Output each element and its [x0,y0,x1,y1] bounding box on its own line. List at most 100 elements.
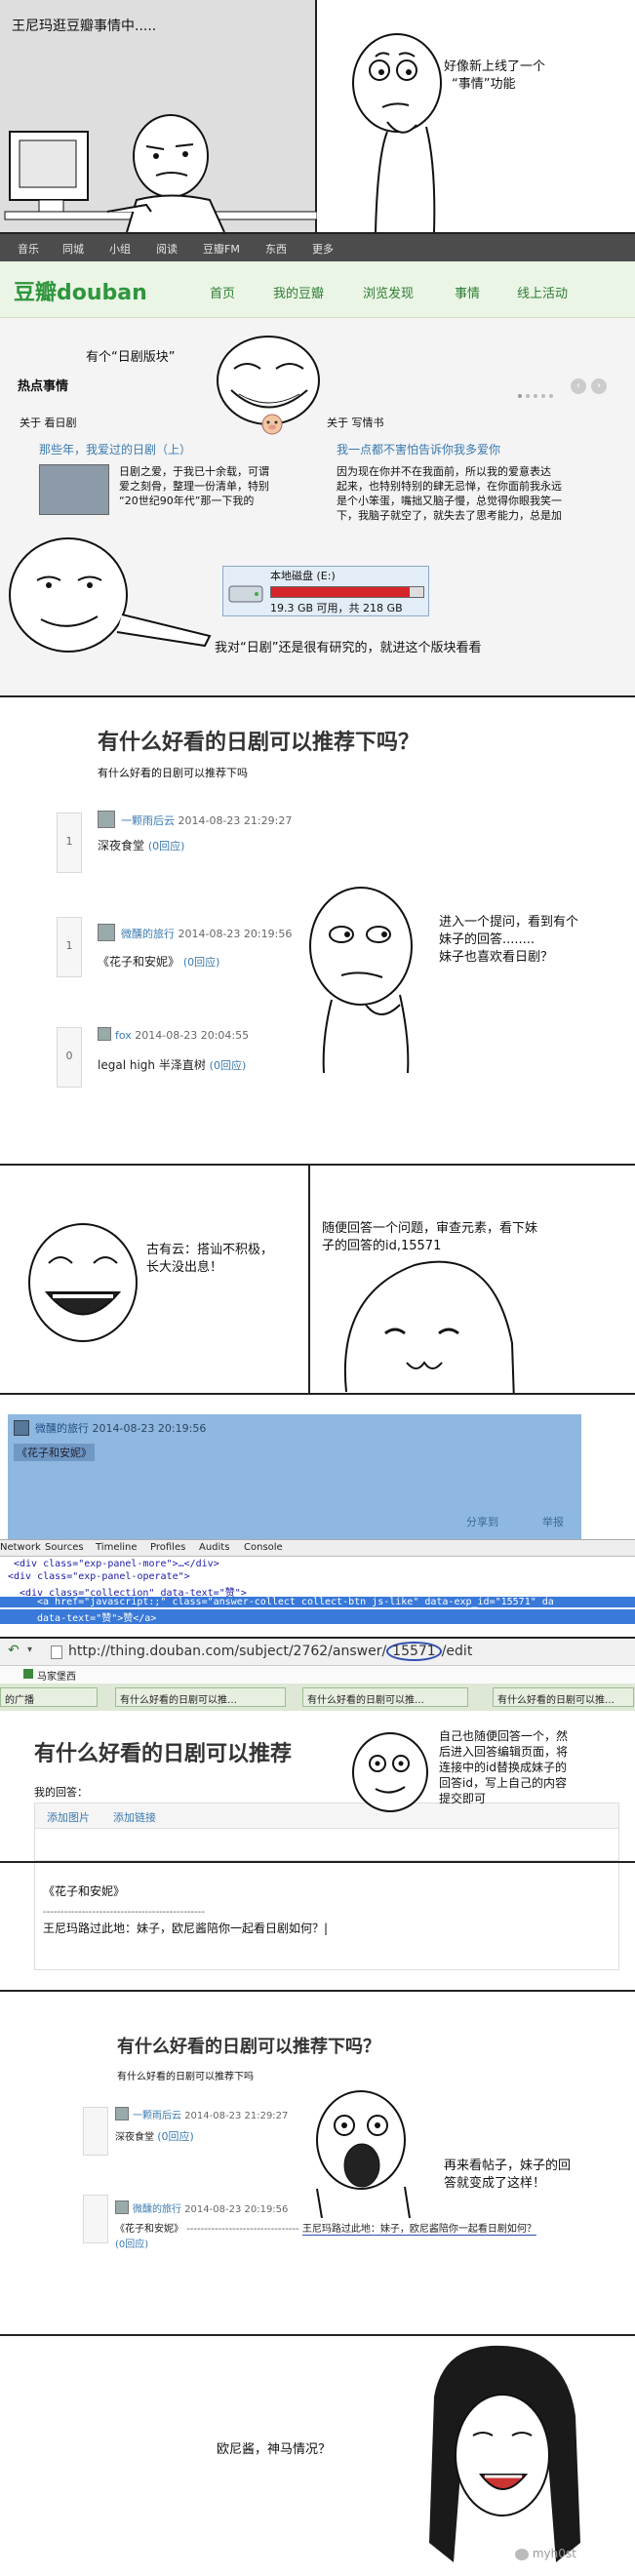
douban-logo[interactable]: 豆瓣douban [14,275,147,306]
dom-line-selected[interactable]: <a href="javascript:;" class="answer-col… [0,1597,635,1607]
bookmark-bar: 马家堡西 [0,1666,635,1684]
answer-text: 深夜食堂 (0回应) [98,837,184,853]
right-card-tag: 关于 写情书 [327,416,384,429]
body-line: 是个小笨蛋，嘴拙又脑子慢，总觉得你眼我笑一 [337,495,562,507]
right-card-body: 因为现在你并不在我面前，所以我的爱意表达 起来，也特别特别的肆无忌惮，在你面前我… [337,464,624,523]
prev-arrow-icon[interactable]: ‹ [571,378,586,394]
avatar[interactable] [115,2200,129,2214]
add-image-button[interactable]: 添加图片 [47,1809,90,1825]
disk-usage-fill [271,587,410,597]
nav-stuff[interactable]: 东西 [265,241,287,257]
nav-group[interactable]: 小组 [109,241,131,257]
panel-result: 有什么好看的日剧可以推荐下吗？ 有什么好看的日剧可以推荐下吗 一颗雨后云 201… [0,1992,635,2336]
vote-box[interactable]: 0 [57,1027,82,1088]
devtools-tab-profiles[interactable]: Profiles [150,1542,185,1553]
vote-box[interactable] [83,2195,108,2243]
answer-editor[interactable]: 添加图片 添加链接 [34,1803,619,1861]
left-card-title[interactable]: 那些年，我爱过的日剧（上） [39,441,191,458]
nav-explore[interactable]: 浏览发现 [363,283,414,301]
browser-tab[interactable]: 的广播 [0,1687,98,1707]
carousel-dots[interactable] [517,384,566,398]
nav-fm[interactable]: 豆瓣FM [203,241,240,257]
panel-right: 好像新上线了一个 “事情”功能 [319,0,635,232]
answer-user[interactable]: 微醺的旅行 [35,1422,89,1435]
dom-line[interactable]: <div class="exp-panel-more">…</div> [0,1559,635,1569]
devtools-tab-network[interactable]: Network [0,1542,41,1553]
answer-user[interactable]: 微醺的旅行 [133,2204,181,2215]
nav-online-events[interactable]: 线上活动 [517,283,568,301]
intro-thought: 好像新上线了一个 “事情”功能 [444,59,629,94]
panel-intro: 王尼玛逛豆瓣事情中..... 好像新上线了一个 “事情”功能 [0,0,635,234]
browser-tab[interactable]: 有什么好看的日剧可以推… [493,1687,634,1707]
next-arrow-icon[interactable]: › [591,378,607,394]
caption-line: 古有云：搭讪不积极， [146,1243,274,1257]
vote-box[interactable]: 1 [57,812,82,873]
thinking-face-drawing [352,33,442,232]
body-line: 日剧之爱，于我已十余载，可谓 [119,465,269,478]
answer-time: 2014-08-23 20:04:55 [135,1029,250,1042]
vote-box[interactable] [83,2107,108,2156]
avatar[interactable] [98,924,115,941]
devtools-tab-timeline[interactable]: Timeline [96,1542,138,1553]
devtools-tab-sources[interactable]: Sources [45,1542,84,1553]
report-link[interactable]: 举报 [542,1514,564,1529]
back-arrow-icon[interactable]: ↶ [8,1643,20,1658]
right-card-title[interactable]: 我一点都不害怕告诉你我多爱你 [337,441,500,458]
add-link-button[interactable]: 添加链接 [113,1809,156,1825]
vote-count: 0 [65,1050,73,1062]
address-bar[interactable]: http://thing.douban.com/subject/2762/ans… [68,1642,634,1661]
answer-user[interactable]: 一颗雨后云 [133,2111,181,2121]
dom-line-selected[interactable]: data-text="赞">赞</a> [0,1609,635,1624]
nav-more[interactable]: 更多 [312,241,334,257]
dropdown-icon[interactable]: ▾ [27,1645,32,1655]
caption-line: 答就变成了这样！ [444,2176,546,2191]
left-card-thumbnail [39,464,109,515]
answer-user[interactable]: fox [115,1029,132,1042]
page-icon [51,1645,62,1659]
answer-content: 《花子和安妮》 [98,955,180,969]
answer-text: 深夜食堂 (0回应) [115,2128,194,2144]
editor-body[interactable]: 《花子和安妮》 --------------------------------… [34,1863,619,1970]
happy-face-drawing [28,1223,138,1342]
browser-tab[interactable]: 有什么好看的日剧可以推… [115,1687,286,1707]
nav-local[interactable]: 同城 [62,241,84,257]
avatar[interactable] [115,2107,129,2120]
reply-link[interactable]: (0回应) [183,956,220,969]
body-line: 起来，也特别特别的肆无忌惮，在你面前我永远 [337,480,562,493]
vote-box[interactable]: 1 [57,917,82,977]
nav-read[interactable]: 阅读 [156,241,178,257]
answer-meta: 微醺的旅行 2014-08-23 20:19:56 [121,926,292,941]
panel-left: 王尼玛逛豆瓣事情中..... [0,0,317,232]
nav-music[interactable]: 音乐 [18,241,39,257]
douban-header: 豆瓣douban 首页 我的豆瓣 浏览发现 事情 线上活动 [0,261,635,318]
dom-line[interactable]: <div class="exp-panel-operate"> [0,1571,635,1582]
answer-time: 2014-08-23 20:19:56 [178,928,293,940]
share-link[interactable]: 分享到 [466,1514,498,1529]
devtools-tabbar: Network Sources Timeline Profiles Audits… [0,1539,635,1557]
nav-home[interactable]: 首页 [210,283,235,301]
devtools-tab-console[interactable]: Console [244,1542,283,1553]
avatar[interactable] [98,811,115,828]
hmm-face-drawing [309,887,413,1073]
answer-user[interactable]: 微醺的旅行 [121,928,175,940]
sly-face-drawing [343,1260,515,1393]
nav-mydouban[interactable]: 我的豆瓣 [273,283,324,301]
answer-user[interactable]: 一颗雨后云 [121,814,175,827]
devtools-tab-audits[interactable]: Audits [199,1542,229,1553]
nav-things[interactable]: 事情 [455,283,480,301]
bookmark-item[interactable]: 马家堡西 [37,1668,76,1683]
avatar [14,1420,29,1436]
reply-link[interactable]: (0回应) [115,2236,148,2250]
answer-time: 2014-08-23 20:19:56 [92,1422,207,1435]
thought-line: “事情”功能 [452,77,516,92]
answer-content: legal high 半泽直树 [98,1058,206,1072]
reply-link[interactable]: (0回应) [157,2130,194,2143]
browser-tab[interactable]: 有什么好看的日剧可以推… [302,1687,468,1707]
url-prefix: http://thing.douban.com/subject/2762/ans… [68,1644,387,1659]
reply-link[interactable]: (0回应) [210,1059,247,1072]
speech-bubble-board: 有个“日剧版块” [86,350,176,365]
disk-usage-bar [270,586,424,598]
topic-right-card[interactable]: 关于 写情书 我一点都不害怕告诉你我多爱你 因为现在你并不在我面前，所以我的爱意… [327,416,624,572]
avatar[interactable] [98,1027,111,1041]
reply-link[interactable]: (0回应) [148,840,185,852]
